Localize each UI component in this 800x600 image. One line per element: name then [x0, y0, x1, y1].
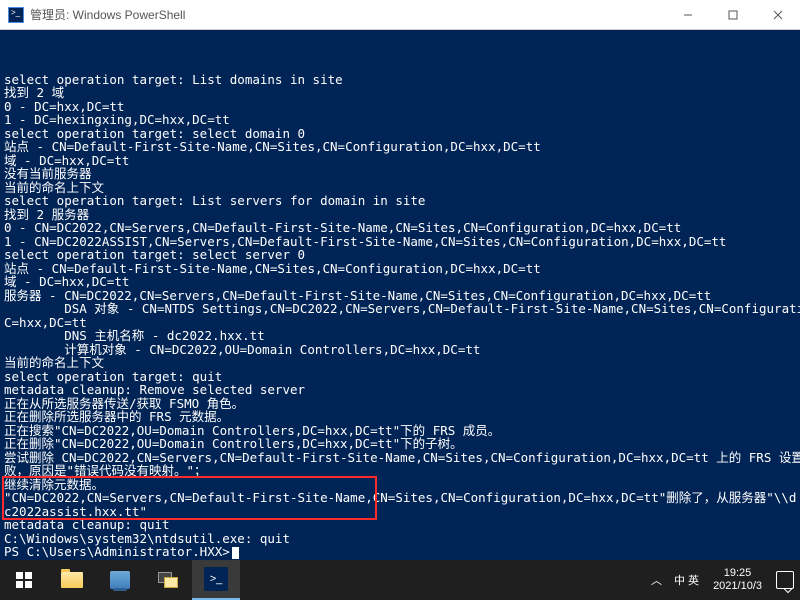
- console-line: select operation target: quit: [4, 370, 796, 384]
- console-line: C:\Windows\system32\ntdsutil.exe: quit: [4, 532, 796, 546]
- console-line: 0 - CN=DC2022,CN=Servers,CN=Default-Firs…: [4, 221, 796, 235]
- console-line: 正在删除"CN=DC2022,OU=Domain Controllers,DC=…: [4, 437, 796, 451]
- powershell-icon: [8, 7, 24, 23]
- console-line: 计算机对象 - CN=DC2022,OU=Domain Controllers,…: [4, 343, 796, 357]
- console-line: 服务器 - CN=DC2022,CN=Servers,CN=Default-Fi…: [4, 289, 796, 303]
- cursor: [232, 547, 239, 559]
- taskbar-app-stack[interactable]: [144, 560, 192, 600]
- console-line: 站点 - CN=Default-First-Site-Name,CN=Sites…: [4, 140, 796, 154]
- console-line: metadata cleanup: quit: [4, 518, 796, 532]
- console-line: 当前的命名上下文: [4, 356, 796, 370]
- stack-icon: [158, 572, 178, 588]
- minimize-button[interactable]: [665, 0, 710, 30]
- console-line: metadata cleanup: Remove selected server: [4, 383, 796, 397]
- notifications-icon[interactable]: [770, 560, 800, 600]
- powershell-taskbar-icon: >_: [204, 567, 228, 591]
- start-button[interactable]: [0, 560, 48, 600]
- taskbar-file-explorer[interactable]: [48, 560, 96, 600]
- console-line: select operation target: List domains in…: [4, 73, 796, 87]
- console-line: 尝试删除 CN=DC2022,CN=Servers,CN=Default-Fir…: [4, 451, 796, 465]
- console-line: select operation target: List servers fo…: [4, 194, 796, 208]
- console-line: DNS 主机名称 - dc2022.hxx.tt: [4, 329, 796, 343]
- system-tray: ︿ 中 英 19:25 2021/10/3: [645, 560, 800, 600]
- clock-time: 19:25: [724, 567, 752, 580]
- console-line: 正在删除所选服务器中的 FRS 元数据。: [4, 410, 796, 424]
- console-line: 正在搜索"CN=DC2022,OU=Domain Controllers,DC=…: [4, 424, 796, 438]
- close-button[interactable]: [755, 0, 800, 30]
- server-icon: [110, 571, 130, 589]
- console-line: 继续清除元数据。: [4, 478, 796, 492]
- console-line: 1 - CN=DC2022ASSIST,CN=Servers,CN=Defaul…: [4, 235, 796, 249]
- titlebar[interactable]: 管理员: Windows PowerShell: [0, 0, 800, 30]
- folder-icon: [61, 572, 83, 588]
- console-line: PS C:\Users\Administrator.HXX>: [4, 545, 796, 559]
- console-line: "CN=DC2022,CN=Servers,CN=Default-First-S…: [4, 491, 796, 505]
- console-line: DSA 对象 - CN=NTDS Settings,CN=DC2022,CN=S…: [4, 302, 796, 316]
- window-title: 管理员: Windows PowerShell: [30, 6, 665, 23]
- console-output[interactable]: select operation target: List domains in…: [0, 30, 800, 560]
- console-line: c2022assist.hxx.tt": [4, 505, 796, 519]
- console-line: 0 - DC=hxx,DC=tt: [4, 100, 796, 114]
- console-line: 找到 2 服务器: [4, 208, 796, 222]
- taskbar-powershell[interactable]: >_: [192, 560, 240, 600]
- console-line: 没有当前服务器: [4, 167, 796, 181]
- tray-chevron-up-icon[interactable]: ︿: [645, 560, 668, 600]
- console-line: C=hxx,DC=tt: [4, 316, 796, 330]
- ime-status[interactable]: 中 英: [668, 560, 705, 600]
- console-line: 1 - DC=hexingxing,DC=hxx,DC=tt: [4, 113, 796, 127]
- powershell-window: 管理员: Windows PowerShell select operation…: [0, 0, 800, 600]
- console-line: 找到 2 域: [4, 86, 796, 100]
- console-line: select operation target: select server 0: [4, 248, 796, 262]
- console-line: 站点 - CN=Default-First-Site-Name,CN=Sites…: [4, 262, 796, 276]
- console-line: select operation target: select domain 0: [4, 127, 796, 141]
- console-line: 域 - DC=hxx,DC=tt: [4, 275, 796, 289]
- console-line: 正在从所选服务器传送/获取 FSMO 角色。: [4, 397, 796, 411]
- clock[interactable]: 19:25 2021/10/3: [705, 560, 770, 600]
- console-line: 当前的命名上下文: [4, 181, 796, 195]
- console-line: 败，原因是"错误代码没有映射。"；: [4, 464, 796, 478]
- maximize-button[interactable]: [710, 0, 755, 30]
- console-line: 域 - DC=hxx,DC=tt: [4, 154, 796, 168]
- clock-date: 2021/10/3: [713, 580, 762, 593]
- taskbar[interactable]: >_ ︿ 中 英 19:25 2021/10/3: [0, 560, 800, 600]
- taskbar-server-manager[interactable]: [96, 560, 144, 600]
